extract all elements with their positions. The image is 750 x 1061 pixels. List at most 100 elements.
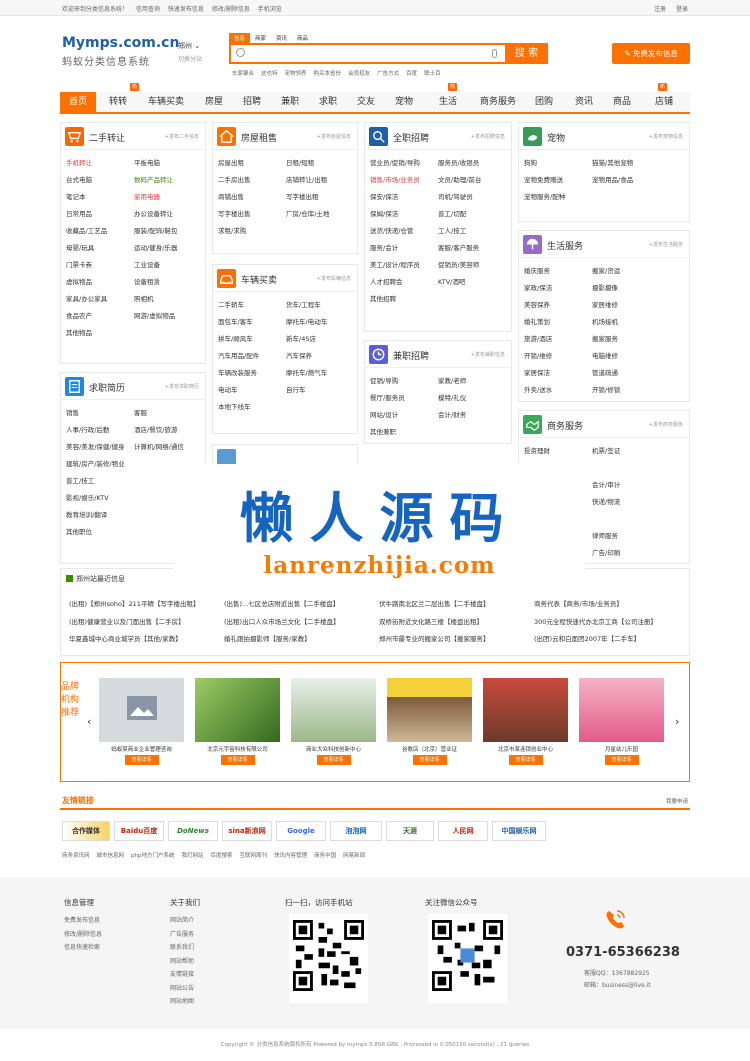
nav-home[interactable]: 首页 [60,92,96,112]
category-link[interactable]: 会计/审计 [592,477,660,494]
partner-logo[interactable]: Google [276,821,326,841]
category-link[interactable]: 搬家/货运 [592,263,660,280]
news-item[interactable]: 郑州市最专业的搬家公司【搬家服务】 [379,633,534,643]
partner-logo[interactable]: Baidu百度 [114,821,164,841]
category-link[interactable]: 美容保养 [524,297,592,314]
nav-item[interactable]: 交友 [348,92,384,112]
hot-keyword[interactable]: 百度 [406,71,417,77]
category-link[interactable]: 商铺出售 [218,189,286,206]
category-link[interactable]: 狗狗 [524,155,592,172]
footer-link[interactable]: 联系我们 [170,941,200,955]
top-link-credit[interactable]: 信用查询 [136,6,160,13]
category-link[interactable]: 美工/设计/程序员 [370,257,438,274]
news-item[interactable]: (出团)云和白面团2007年【二手车】 [534,633,689,643]
category-link[interactable]: 宠物服务/配种 [524,189,592,206]
footer-link[interactable]: 免费发布信息 [64,914,102,928]
category-link[interactable]: 写字楼出租 [286,189,354,206]
category-link[interactable]: 自行车 [286,382,354,399]
news-item[interactable]: 华夏鑫城中心商业城学员【其他/家教】 [69,633,224,643]
category-link[interactable]: 人事/行政/后勤 [66,422,134,439]
category-link[interactable]: 律师服务 [592,528,660,545]
category-link[interactable]: 酒店/餐饮/旅游 [134,422,202,439]
text-link[interactable]: 网易新闻 [343,853,365,859]
news-item[interactable]: 300元全程快速代办北京工商【公司注册】 [534,616,689,626]
text-link[interactable]: php地方门户系统 [131,853,174,859]
category-link[interactable]: 其他兼职 [370,424,438,441]
search-input[interactable] [229,43,507,64]
partner-logo[interactable]: 泡泡网 [330,821,382,841]
brand-item[interactable]: 北京市某连锁创业中心 查看详情 [483,678,568,765]
footer-link[interactable]: 友情链接 [170,968,200,982]
category-link[interactable]: 电动车 [218,382,286,399]
footer-link[interactable]: 网站公告 [170,982,200,996]
nav-item[interactable]: 资讯 [566,92,602,112]
panel-post-link[interactable]: +发布车辆信息 [317,275,351,282]
chevron-left-icon[interactable]: ‹ [87,715,91,728]
category-link[interactable]: 家用电器 [134,189,202,206]
category-link[interactable]: 管道疏通 [592,365,660,382]
hot-keyword[interactable]: 购买本省份 [314,71,342,77]
category-link[interactable]: 开锁/维修 [524,348,592,365]
category-link[interactable]: 电脑维修 [592,348,660,365]
category-link[interactable]: 笔记本 [66,189,134,206]
panel-post-link[interactable]: +发布宠物信息 [649,133,683,140]
category-link[interactable]: 网站/设计 [370,407,438,424]
category-link[interactable]: 服装/配饰/鞋包 [134,223,202,240]
nav-item[interactable]: 兼职 [272,92,308,112]
panel-title[interactable]: 宠物 [547,131,565,144]
city-selector[interactable]: 郑州 ⌄ [178,41,200,51]
category-link[interactable]: 平板电脑 [134,155,202,172]
category-link[interactable]: 广告/印刷 [592,545,660,562]
top-link-edit[interactable]: 修改/删除信息 [212,6,250,13]
brand-item[interactable]: 谷歌店（北京）营业证 查看详情 [387,678,472,765]
category-link[interactable]: 建筑/房产/装修/物业 [66,456,134,473]
category-link[interactable]: 普工/技工 [66,473,134,490]
footer-link[interactable]: 修改/删除信息 [64,928,102,942]
category-link[interactable]: 文员/助理/前台 [438,172,506,189]
category-link[interactable]: 食品农产 [66,308,134,325]
category-link[interactable]: 车辆改装服务 [218,365,286,382]
hot-keyword[interactable]: 车家聚合 [232,71,254,77]
news-item[interactable]: (出售)...七区总店附近出售【二手楼盘】 [224,598,379,608]
category-link[interactable]: 其他物品 [66,325,134,342]
login-link[interactable]: 登录 [676,6,688,13]
category-link[interactable]: 家电维修 [524,399,592,401]
partner-logo[interactable]: 人民网 [438,821,488,841]
category-link[interactable]: 促销员/美容师 [438,257,506,274]
search-button[interactable]: 搜 索 [505,43,548,64]
category-link[interactable]: 工业设备 [134,257,202,274]
hot-keyword[interactable]: 这也特 [261,71,278,77]
category-link[interactable]: 其他招聘 [370,291,438,308]
category-link[interactable]: 摩托车/电动车 [286,314,354,331]
nav-item[interactable]: 店铺 [646,92,682,112]
category-link[interactable]: 会计/财务 [438,407,506,424]
nav-item[interactable]: 团购 [526,92,562,112]
category-link[interactable]: 家政/保洁 [524,280,592,297]
panel-title[interactable]: 求职简历 [89,381,125,394]
text-link[interactable]: 我们网站 [182,853,204,859]
category-link[interactable]: 运动/健身/乐器 [134,240,202,257]
category-link[interactable]: 送货/快递/仓管 [370,223,438,240]
hot-keyword[interactable]: 宠物领养 [285,71,307,77]
partner-logo[interactable]: DoNews [168,821,218,841]
category-link[interactable]: 汽车保养 [286,348,354,365]
category-link[interactable]: 照相机 [134,291,202,308]
panel-title[interactable]: 生活服务 [547,239,583,252]
category-link[interactable]: 店铺转让/出租 [286,172,354,189]
view-detail-button[interactable]: 查看详情 [124,755,159,765]
news-item[interactable]: 商务代表【商务/市场/业务员】 [534,598,689,608]
hot-keyword[interactable]: 联士百 [424,71,441,77]
category-link[interactable]: 手机转让 [66,155,134,172]
category-link[interactable]: 机票/签证 [592,443,660,460]
panel-post-link[interactable]: +发布求职简历 [165,383,199,390]
category-link[interactable]: 宠物用品/食品 [592,172,660,189]
panel-title[interactable]: 全职招聘 [393,131,429,144]
category-link[interactable]: 废品回收 [592,399,660,401]
search-tab-news[interactable]: 资讯 [271,33,292,43]
post-info-button[interactable]: ✎ 免费发布信息 [612,43,690,64]
category-link[interactable]: 投资理财 [524,443,592,460]
text-link[interactable]: 快讯内容管理 [274,853,307,859]
search-tab-goods[interactable]: 商品 [292,33,313,43]
category-link[interactable]: 虚拟物品 [66,274,134,291]
category-link[interactable]: 模特/礼仪 [438,390,506,407]
